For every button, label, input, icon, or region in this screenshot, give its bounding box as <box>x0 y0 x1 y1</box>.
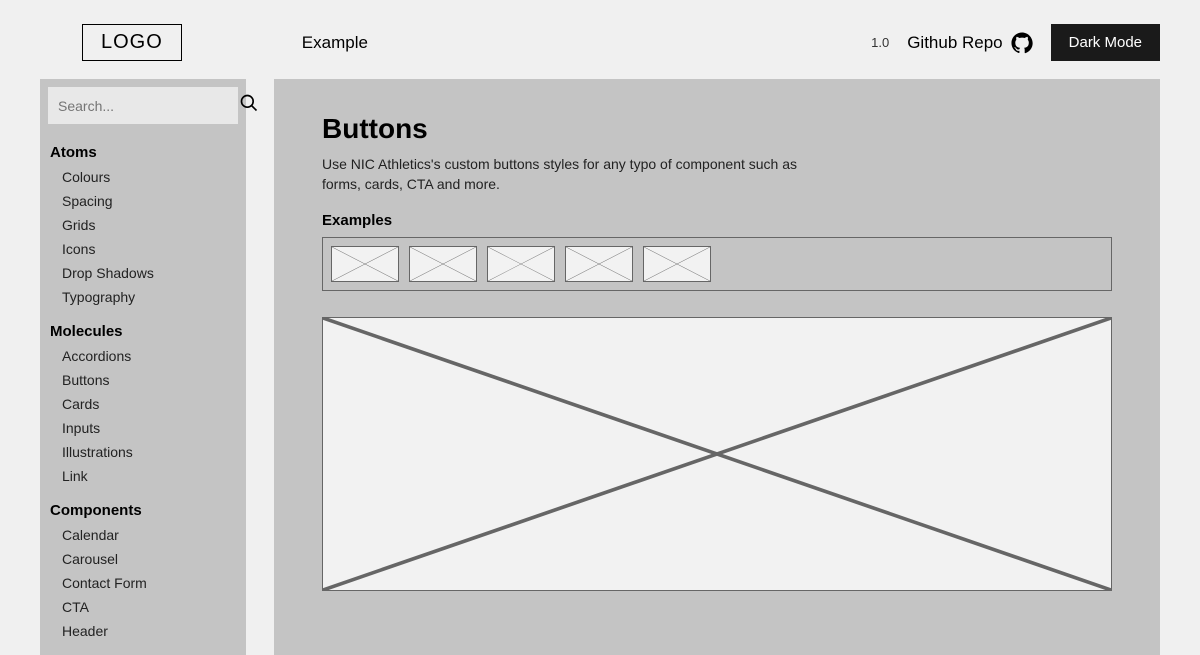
sidebar-item-header[interactable]: Header <box>48 619 238 643</box>
page-description: Use NIC Athletics's custom buttons style… <box>322 155 802 194</box>
search-input[interactable] <box>58 98 239 114</box>
sidebar-item-drop-shadows[interactable]: Drop Shadows <box>48 261 238 285</box>
header: LOGO Example 1.0 Github Repo Dark Mode <box>40 0 1160 79</box>
placeholder-icon <box>331 246 399 282</box>
example-label: Example <box>302 33 368 53</box>
nav-section-molecules: Molecules Accordions Buttons Cards Input… <box>48 313 238 492</box>
github-icon <box>1011 32 1033 54</box>
github-repo-label: Github Repo <box>907 33 1002 53</box>
logo: LOGO <box>82 24 182 61</box>
sidebar-item-grids[interactable]: Grids <box>48 213 238 237</box>
sidebar: Atoms Colours Spacing Grids Icons Drop S… <box>40 79 246 655</box>
sidebar-item-inputs[interactable]: Inputs <box>48 416 238 440</box>
nav-section-components: Components Calendar Carousel Contact For… <box>48 492 238 647</box>
placeholder-icon <box>409 246 477 282</box>
sidebar-item-cta[interactable]: CTA <box>48 595 238 619</box>
nav-heading-molecules: Molecules <box>48 317 238 344</box>
github-repo-link[interactable]: Github Repo <box>907 32 1032 54</box>
dark-mode-button[interactable]: Dark Mode <box>1051 24 1160 61</box>
sidebar-item-buttons[interactable]: Buttons <box>48 368 238 392</box>
sidebar-item-icons[interactable]: Icons <box>48 237 238 261</box>
main-content: Buttons Use NIC Athletics's custom butto… <box>274 79 1160 655</box>
search-field[interactable] <box>48 87 238 124</box>
examples-heading: Examples <box>322 212 1112 229</box>
placeholder-icon <box>565 246 633 282</box>
sidebar-item-typography[interactable]: Typography <box>48 285 238 309</box>
sidebar-item-illustrations[interactable]: Illustrations <box>48 440 238 464</box>
sidebar-item-colours[interactable]: Colours <box>48 165 238 189</box>
nav-heading-atoms: Atoms <box>48 138 238 165</box>
sidebar-item-spacing[interactable]: Spacing <box>48 189 238 213</box>
example-row <box>322 237 1112 291</box>
placeholder-icon <box>643 246 711 282</box>
version-label: 1.0 <box>871 35 889 50</box>
placeholder-icon <box>322 317 1112 591</box>
nav-section-atoms: Atoms Colours Spacing Grids Icons Drop S… <box>48 134 238 313</box>
nav-heading-components: Components <box>48 496 238 523</box>
sidebar-item-link[interactable]: Link <box>48 464 238 488</box>
sidebar-item-accordions[interactable]: Accordions <box>48 344 238 368</box>
page-title: Buttons <box>322 113 1112 145</box>
sidebar-item-carousel[interactable]: Carousel <box>48 547 238 571</box>
sidebar-item-contact-form[interactable]: Contact Form <box>48 571 238 595</box>
search-icon <box>239 93 259 118</box>
sidebar-item-cards[interactable]: Cards <box>48 392 238 416</box>
sidebar-item-calendar[interactable]: Calendar <box>48 523 238 547</box>
placeholder-icon <box>487 246 555 282</box>
